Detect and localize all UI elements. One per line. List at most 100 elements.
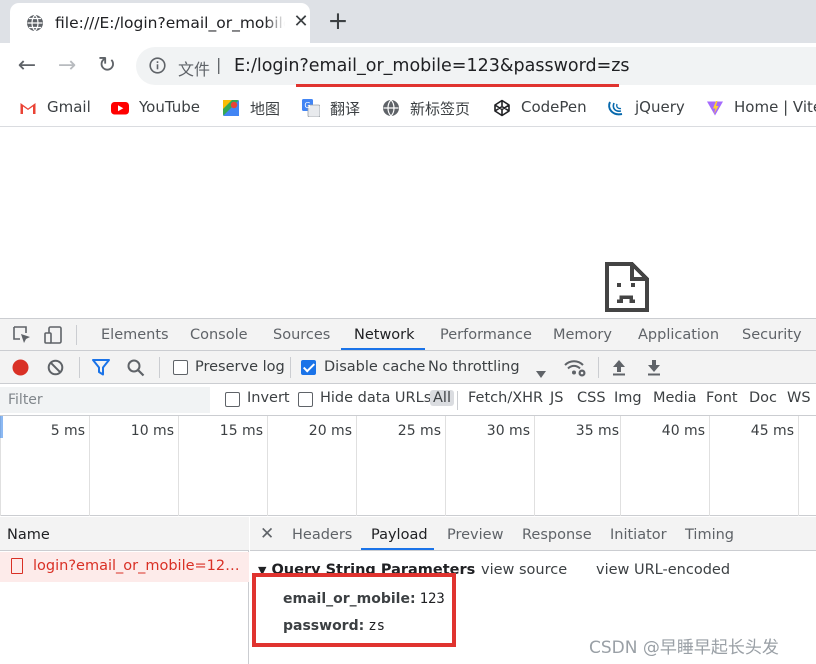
browser-tab[interactable]: file:///E:/login?email_or_mobile ✕	[10, 3, 310, 43]
detail-tab-response[interactable]: Response	[522, 527, 592, 543]
invert-checkbox[interactable]	[225, 392, 240, 407]
active-detail-tab-indicator	[361, 548, 434, 550]
bookmark-label: 地图	[250, 100, 281, 118]
devtools-tab-memory[interactable]: Memory	[553, 327, 612, 343]
view-url-encoded-link[interactable]: view URL-encoded	[596, 562, 730, 578]
hide-data-urls-checkbox[interactable]	[298, 392, 313, 407]
detail-tab-preview[interactable]: Preview	[447, 527, 503, 543]
bookmark-label: YouTube	[139, 98, 200, 116]
inspect-element-icon[interactable]	[12, 325, 32, 349]
import-har-icon[interactable]	[611, 359, 627, 380]
timeline-overview[interactable]: 5 ms 10 ms 15 ms 20 ms 25 ms 30 ms 35 ms…	[0, 416, 816, 516]
type-filter-img[interactable]: Img	[614, 390, 642, 406]
type-filter-js[interactable]: JS	[550, 390, 563, 406]
type-filter-font[interactable]: Font	[706, 390, 738, 406]
devtools-tab-sources[interactable]: Sources	[273, 327, 330, 343]
type-filter-css[interactable]: CSS	[577, 390, 606, 406]
invert-label: Invert	[247, 390, 290, 406]
forward-button[interactable]: →	[53, 52, 81, 80]
dropdown-arrow-icon[interactable]	[536, 364, 546, 383]
param-key: password:	[283, 618, 365, 634]
bookmark-label: 新标签页	[410, 100, 471, 118]
type-filter-all[interactable]: All	[430, 390, 454, 406]
bookmark-label: CodePen	[521, 98, 587, 116]
request-row[interactable]: login?email_or_mobile=123&password=zs	[0, 552, 249, 582]
tick-label: 5 ms	[50, 423, 85, 439]
record-icon[interactable]	[12, 359, 29, 380]
timeline-tick: 15 ms	[178, 416, 267, 516]
disable-cache-label: Disable cache	[324, 359, 426, 375]
scheme-label: 文件	[178, 60, 211, 79]
detail-tab-payload[interactable]: Payload	[371, 527, 428, 543]
type-filter-doc[interactable]: Doc	[749, 390, 777, 406]
tick-label: 40 ms	[661, 423, 705, 439]
address-bar[interactable]: 文件 | E:/login?email_or_mobile=123&passwo…	[136, 47, 816, 85]
query-param-row: email_or_mobile: 123	[283, 591, 445, 607]
request-name: login?email_or_mobile=123&password=zs	[33, 558, 241, 574]
param-value: zs	[368, 618, 386, 634]
toolbar-divider	[598, 357, 599, 378]
info-icon[interactable]	[149, 57, 166, 78]
toolbar-divider	[159, 357, 160, 378]
back-button[interactable]: ←	[13, 52, 41, 80]
network-conditions-icon[interactable]	[563, 358, 587, 382]
tab-title: file:///E:/login?email_or_mobile	[55, 14, 285, 32]
devtools-tab-elements[interactable]: Elements	[101, 327, 169, 343]
disable-cache-checkbox[interactable]	[301, 360, 316, 375]
detail-tab-initiator[interactable]: Initiator	[610, 527, 667, 543]
device-toolbar-icon[interactable]	[44, 325, 64, 349]
search-icon[interactable]	[127, 359, 145, 381]
filter-input[interactable]	[0, 387, 210, 413]
vite-icon	[706, 99, 724, 117]
devtools-tab-performance[interactable]: Performance	[440, 327, 532, 343]
name-column-header[interactable]: Name	[0, 517, 249, 551]
timeline-tick: 5 ms	[0, 416, 89, 516]
browser-toolbar: ← → ↻ 文件 | E:/login?email_or_mobile=123&…	[0, 43, 816, 89]
export-har-icon[interactable]	[646, 359, 662, 380]
devtools-tab-application[interactable]: Application	[638, 327, 719, 343]
filter-divider	[457, 391, 458, 410]
hide-data-urls-label: Hide data URLs	[320, 390, 432, 406]
reload-button[interactable]: ↻	[93, 52, 121, 80]
view-source-link[interactable]: view source	[481, 562, 567, 578]
request-list: Name login?email_or_mobile=123&password=…	[0, 517, 249, 664]
close-detail-icon[interactable]: ✕	[260, 524, 274, 544]
type-filter-media[interactable]: Media	[653, 390, 697, 406]
globe-icon	[382, 99, 400, 117]
detail-tab-headers[interactable]: Headers	[292, 527, 352, 543]
clear-icon[interactable]	[47, 359, 64, 380]
preserve-log-checkbox[interactable]	[173, 360, 188, 375]
filter-icon[interactable]	[92, 359, 110, 380]
timeline-tick: 35 ms	[534, 416, 623, 516]
omnibox-separator: |	[216, 55, 222, 74]
broken-page-icon	[604, 261, 650, 317]
timeline-tick: 20 ms	[267, 416, 356, 516]
url-text[interactable]: E:/login?email_or_mobile=123&password=zs	[234, 56, 630, 76]
timeline-request-bar	[0, 416, 3, 438]
timeline-tick: 40 ms	[620, 416, 709, 516]
param-value: 123	[419, 591, 445, 607]
translate-icon: G	[302, 99, 321, 118]
query-param-row: password: zs	[283, 618, 385, 634]
tick-label: 20 ms	[308, 423, 352, 439]
param-key: email_or_mobile:	[283, 591, 416, 607]
timeline-tick: 10 ms	[89, 416, 178, 516]
params-highlight-box: email_or_mobile: 123 password: zs	[252, 573, 456, 647]
detail-tab-timing[interactable]: Timing	[685, 527, 734, 543]
devtools-tab-console[interactable]: Console	[190, 327, 248, 343]
watermark: CSDN @早睡早起长头发	[589, 638, 779, 658]
devtools-tab-bar: Elements Console Sources Network Perform…	[0, 318, 816, 351]
name-header-label: Name	[7, 527, 50, 543]
type-filter-fetch-xhr[interactable]: Fetch/XHR	[468, 390, 543, 406]
devtools-tab-security[interactable]: Security	[742, 327, 802, 343]
devtools-tab-network[interactable]: Network	[354, 327, 415, 343]
new-tab-button[interactable]: +	[326, 8, 350, 34]
bookmarks-bar: Gmail YouTube 地图 G 翻译 新标签页 CodePen jQuer…	[0, 89, 816, 127]
globe-icon	[26, 14, 44, 36]
close-tab-icon[interactable]: ✕	[291, 12, 311, 32]
bookmark-label: 翻译	[330, 100, 361, 118]
throttling-select[interactable]: No throttling	[428, 359, 520, 375]
type-filter-ws[interactable]: WS	[787, 390, 811, 406]
tick-label: 15 ms	[219, 423, 263, 439]
tick-label: 35 ms	[575, 423, 619, 439]
